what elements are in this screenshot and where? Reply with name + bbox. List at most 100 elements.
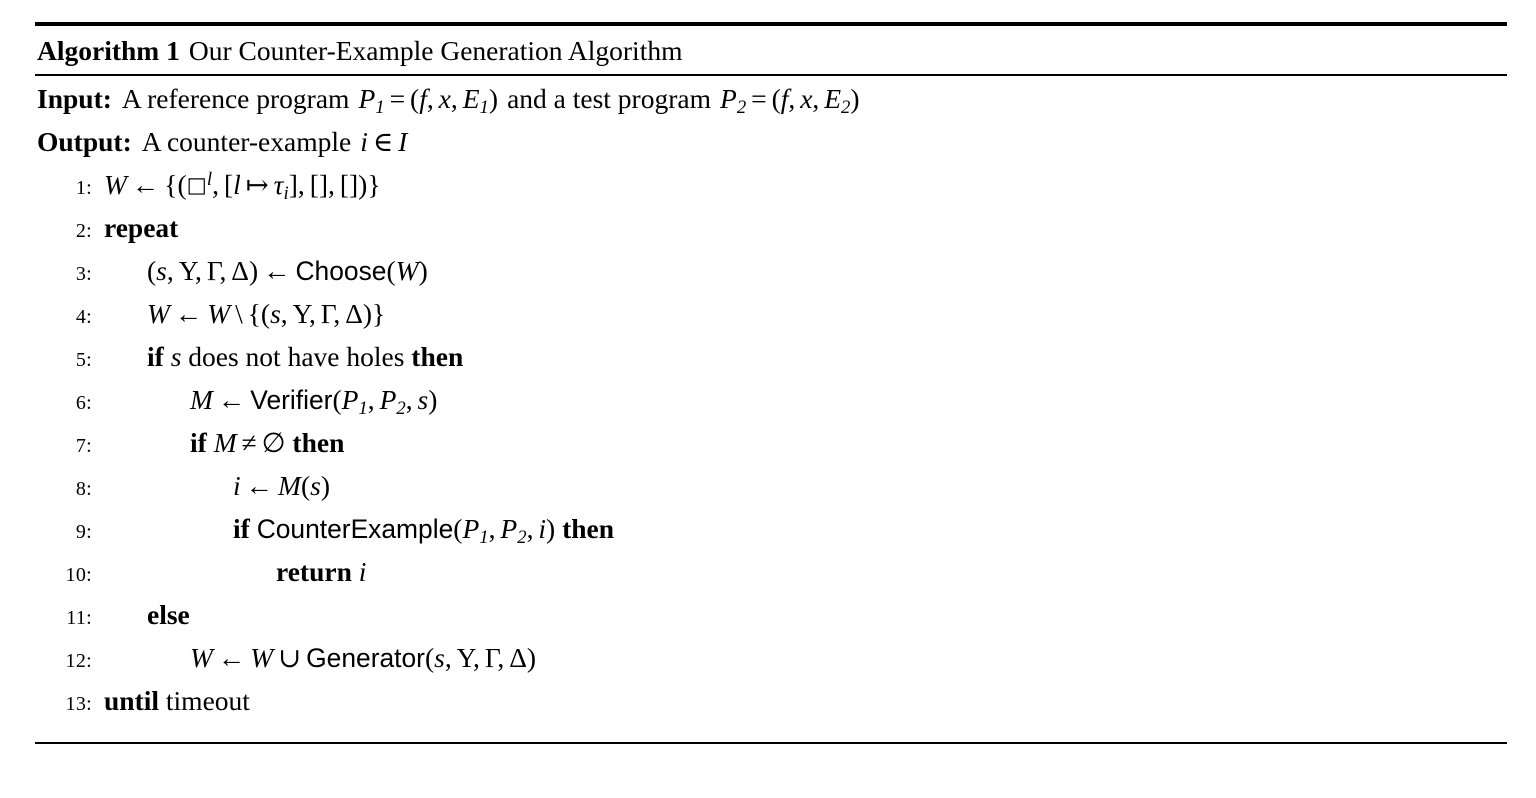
keyword-return: return: [276, 555, 352, 587]
l1-mapsto-symbol: ↦: [245, 168, 269, 200]
l4-var-W2: W: [207, 297, 231, 329]
line-code-12: W ← W ∪ Generator(s, Υ, Γ, Δ): [190, 641, 537, 673]
keyword-then-7: then: [292, 426, 345, 458]
input-var-E2: E2: [824, 82, 851, 118]
algorithm-line-11: 11: else: [35, 598, 1507, 644]
output-label: Output:: [37, 125, 132, 157]
output-words: A counter-example: [141, 125, 352, 157]
input-words-test: and a test program: [507, 82, 711, 114]
l1-assign-symbol: ←: [131, 168, 160, 200]
l9-var-P1: P1: [462, 512, 489, 548]
procedure-choose: Choose: [295, 255, 387, 286]
l7-emptyset-symbol: ∅: [261, 426, 286, 458]
l3-upsilon: Υ: [178, 254, 196, 286]
l3-gamma: Γ: [206, 254, 220, 286]
algorithm-line-7: 7: if M ≠ ∅ then: [35, 426, 1507, 472]
line-number-6: 6:: [75, 391, 92, 414]
l4-assign-symbol: ←: [174, 297, 203, 329]
l7-var-M: M: [213, 426, 237, 458]
line-number-4: 4:: [75, 305, 92, 328]
output-elem-symbol: ∈: [372, 125, 394, 157]
l5-var-s: s: [170, 340, 182, 372]
line-code-3: (s, Υ, Γ, Δ) ← Choose(W): [147, 254, 428, 286]
line-number-5: 5:: [75, 348, 92, 371]
keyword-if-9: if: [233, 512, 250, 544]
line-number-8: 8:: [75, 477, 92, 500]
line-code-7: if M ≠ ∅ then: [92, 426, 345, 458]
output-text: A counter-example i ∈ I: [132, 125, 408, 157]
algorithm-body: Input: A reference program P1 = (f, x, E1) a…: [35, 76, 1507, 742]
input-equals-2: =: [751, 82, 767, 114]
procedure-generator: Generator: [306, 642, 425, 673]
l8-var-M: M: [278, 469, 301, 501]
line-number-13: 13:: [65, 692, 92, 715]
line-number-7: 7:: [75, 434, 92, 457]
l1-var-l: l: [233, 168, 241, 200]
algorithm-line-5: 5: if s does not have holes then: [35, 340, 1507, 386]
l12-var-W2: W: [250, 641, 274, 673]
keyword-if-5: if: [147, 340, 164, 372]
l12-delta: Δ: [509, 641, 527, 673]
line-code-10: return i: [92, 555, 367, 587]
algorithm-line-2: 2: repeat: [35, 211, 1507, 257]
keyword-then-5: then: [411, 340, 464, 372]
output-var-i: i: [360, 125, 368, 157]
l8-var-s: s: [310, 469, 321, 501]
keyword-else: else: [147, 598, 190, 630]
algorithm-bottom-rule: [35, 741, 1507, 744]
line-number-12: 12:: [65, 649, 92, 672]
l12-assign-symbol: ←: [217, 641, 246, 673]
input-label: Input:: [37, 82, 112, 114]
algorithm-line-6: 6: M ← Verifier(P1, P2, s): [35, 383, 1507, 429]
l3-assign-symbol: ←: [263, 254, 291, 286]
l9-var-P2: P2: [500, 512, 527, 548]
line-code-11: else: [92, 598, 190, 630]
line-code-6: M ← Verifier(P1, P2, s): [190, 383, 438, 419]
line-number-9: 9:: [75, 520, 92, 543]
procedure-verifier: Verifier: [250, 384, 333, 415]
line-number-1: 1:: [75, 176, 92, 199]
algorithm-line-10: 10: return i: [35, 555, 1507, 601]
line-code-8: i ← M(s): [233, 469, 330, 501]
input-var-f: f: [419, 82, 427, 114]
line-code-1: W ← {(□l, [l ↦ τi], [],[])}: [104, 168, 381, 204]
input-words-reference: A reference program: [121, 82, 350, 114]
l3-var-s: s: [156, 254, 167, 286]
line-number-3: 3:: [75, 262, 92, 285]
algorithm-caption: Algorithm 1 Our Counter-Example Generati…: [35, 26, 1507, 74]
algorithm-output-line: Output: A counter-example i ∈ I: [35, 125, 1507, 171]
line-code-4: W ← W \ {(s, Υ, Γ, Δ)}: [147, 297, 386, 329]
output-var-I: I: [398, 125, 408, 157]
line-code-13: until timeout: [92, 686, 250, 715]
input-text: A reference program P1 = (f, x, E1) and a te…: [121, 82, 860, 118]
algorithm-line-4: 4: W ← W \ {(s, Υ, Γ, Δ)}: [35, 297, 1507, 343]
l6-var-P2: P2: [379, 383, 406, 419]
line-code-5: if s does not have holes then: [92, 340, 464, 372]
input-var-x: x: [438, 82, 451, 114]
l5-phrase: does not have holes: [188, 340, 405, 372]
l8-assign-symbol: ←: [245, 469, 274, 501]
l10-var-i: i: [358, 555, 367, 587]
algorithm-caption-title: Our Counter-Example Generation Algorithm: [188, 35, 683, 66]
algorithm-line-8: 8: i ← M(s): [35, 469, 1507, 515]
l1-tau-i: τi: [273, 168, 289, 204]
l4-upsilon: Υ: [292, 297, 309, 329]
input-var-E1: E1: [462, 82, 489, 118]
l12-upsilon: Υ: [456, 641, 473, 673]
l9-var-i: i: [538, 512, 547, 544]
l3-var-W: W: [395, 254, 419, 286]
l4-var-s: s: [270, 297, 281, 329]
line-code-9: if CounterExample(P1, P2, i) then: [233, 512, 615, 548]
line-number-11: 11:: [66, 606, 92, 629]
line-number-2: 2:: [75, 219, 92, 242]
l4-gamma: Γ: [320, 297, 334, 329]
l12-gamma: Γ: [484, 641, 498, 673]
l6-var-s: s: [417, 383, 429, 415]
algorithm-box: Algorithm 1 Our Counter-Example Generati…: [35, 22, 1507, 744]
keyword-repeat: repeat: [104, 211, 179, 243]
algorithm-line-3: 3: (s, Υ, Γ, Δ) ← Choose(W): [35, 254, 1507, 300]
input-var-P1: P1: [358, 82, 385, 118]
keyword-then-9: then: [562, 512, 615, 544]
algorithm-line-9: 9: if CounterExample(P1, P2, i) then: [35, 512, 1507, 558]
line-code-2: repeat: [92, 211, 179, 243]
